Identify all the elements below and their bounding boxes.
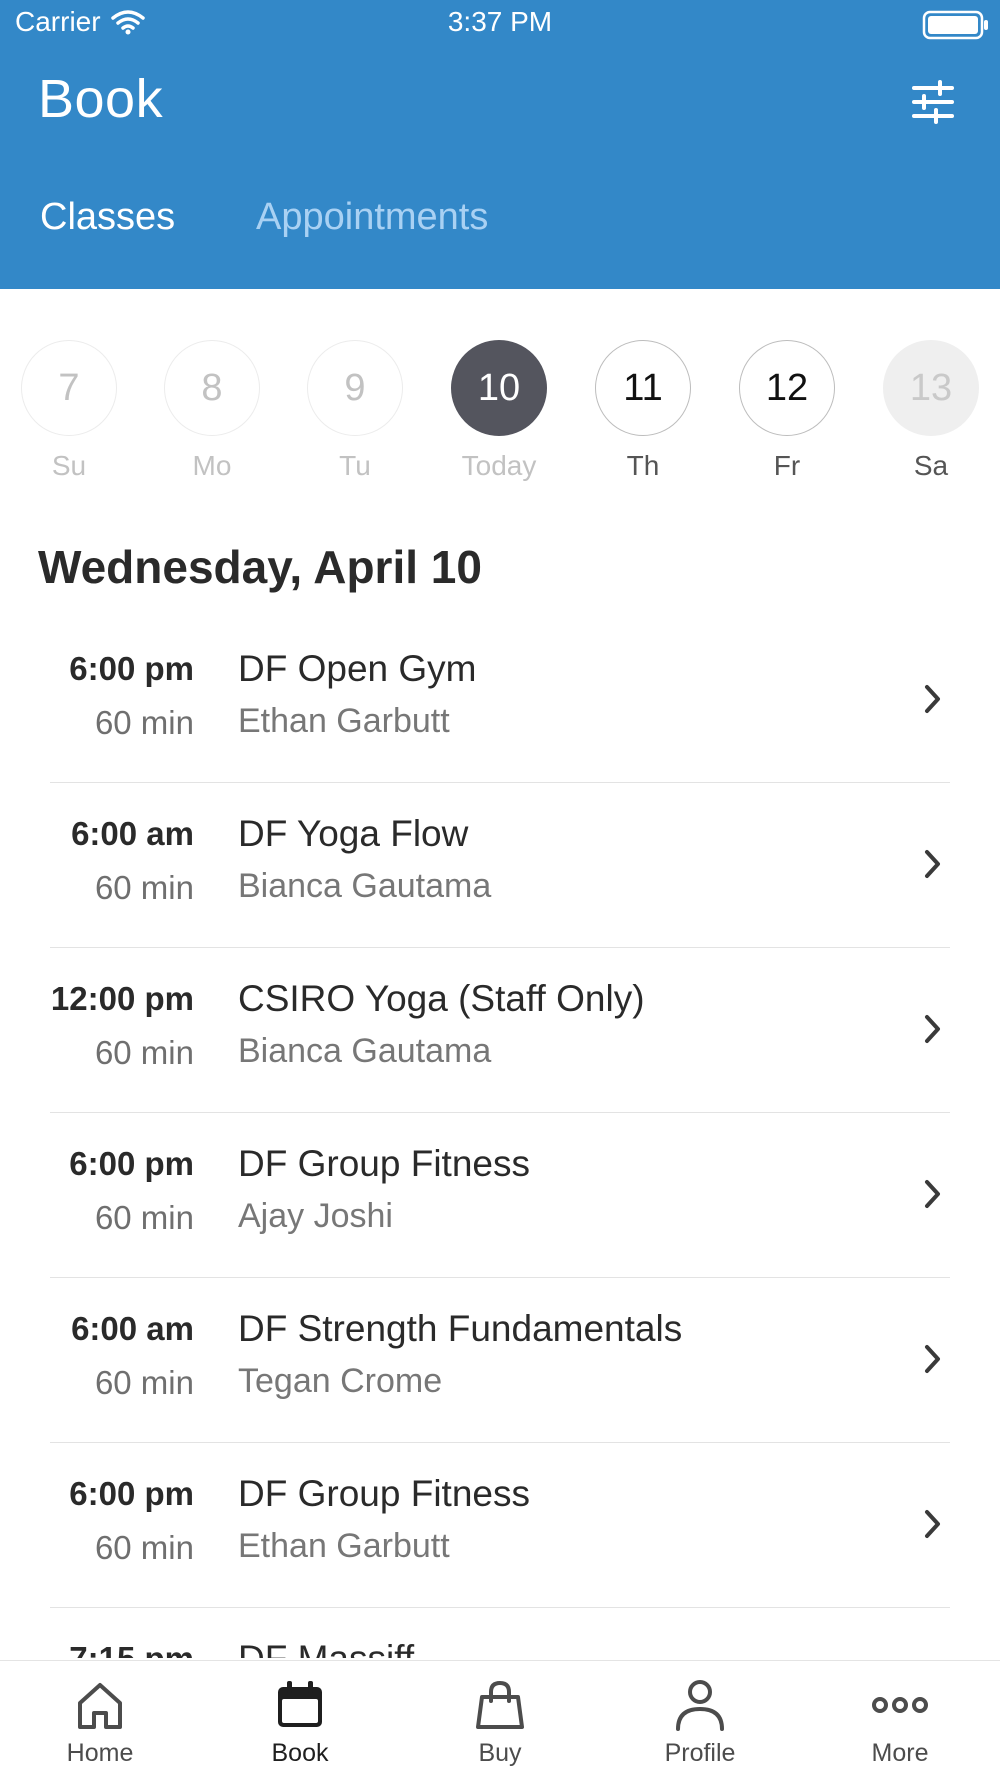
class-row[interactable]: 6:00 pm 60 min DF Group Fitness Ethan Ga… bbox=[0, 1443, 1000, 1608]
day-label: Today bbox=[461, 450, 537, 481]
class-name: DF Group Fitness bbox=[238, 1473, 530, 1514]
tab-label: More bbox=[871, 1739, 929, 1767]
class-name: DF Open Gym bbox=[238, 648, 477, 689]
day-thursday[interactable]: 11 Th bbox=[593, 340, 693, 482]
class-instructor: Ajay Joshi bbox=[238, 1197, 393, 1235]
shopping-bag-icon bbox=[476, 1680, 524, 1729]
class-duration: 60 min bbox=[94, 869, 194, 906]
home-icon bbox=[78, 1683, 122, 1729]
class-name: DF Massiff bbox=[238, 1638, 414, 1658]
day-number: 9 bbox=[307, 340, 403, 436]
class-duration: 60 min bbox=[94, 1529, 194, 1566]
day-label: Tu bbox=[339, 450, 371, 481]
date-heading: Wednesday, April 10 bbox=[38, 541, 482, 593]
tab-appointments[interactable]: Appointments bbox=[256, 196, 488, 239]
class-duration: 60 min bbox=[94, 1034, 194, 1071]
chevron-right-icon bbox=[925, 1180, 940, 1208]
battery-icon bbox=[922, 10, 990, 45]
day-number: 12 bbox=[739, 340, 835, 436]
day-number: 13 bbox=[883, 340, 979, 436]
class-time: 6:00 am bbox=[71, 815, 194, 852]
class-row[interactable]: 6:00 am 60 min DF Yoga Flow Bianca Gauta… bbox=[0, 783, 1000, 948]
class-name: DF Group Fitness bbox=[238, 1143, 530, 1184]
class-row[interactable]: 6:00 pm 60 min DF Open Gym Ethan Garbutt bbox=[0, 618, 1000, 783]
tab-label: Profile bbox=[664, 1739, 736, 1767]
filter-button[interactable] bbox=[910, 80, 956, 124]
class-duration: 60 min bbox=[94, 1364, 194, 1401]
class-instructor: Tegan Crome bbox=[238, 1362, 443, 1400]
class-time: 12:00 pm bbox=[50, 980, 194, 1017]
bottom-tab-bar: Home Book Buy Profile More bbox=[0, 1660, 1000, 1778]
day-label: Fr bbox=[773, 450, 801, 481]
booking-tabs: Classes Appointments bbox=[0, 196, 1000, 256]
header: Carrier 3:37 PM Book Classes Appointment… bbox=[0, 0, 1000, 289]
day-picker: 7 Su 8 Mo 9 Tu 10 Today 11 Th 12 Fr 13 S… bbox=[0, 340, 1000, 490]
tab-classes[interactable]: Classes bbox=[40, 196, 175, 239]
tab-home[interactable]: Home bbox=[0, 1661, 200, 1778]
status-time: 3:37 PM bbox=[447, 6, 553, 37]
class-time: 7:15 pm bbox=[69, 1640, 194, 1658]
class-row[interactable]: 7:15 pm DF Massiff bbox=[0, 1608, 1000, 1658]
class-time: 6:00 pm bbox=[69, 1475, 194, 1512]
day-friday[interactable]: 12 Fr bbox=[737, 340, 837, 482]
class-row[interactable]: 6:00 pm 60 min DF Group Fitness Ajay Jos… bbox=[0, 1113, 1000, 1278]
class-instructor: Ethan Garbutt bbox=[238, 702, 450, 740]
chevron-right-icon bbox=[925, 1510, 940, 1538]
more-dots-icon bbox=[872, 1697, 928, 1713]
day-number: 11 bbox=[595, 340, 691, 436]
class-time: 6:00 pm bbox=[69, 650, 194, 687]
class-duration: 60 min bbox=[94, 1199, 194, 1236]
tab-profile[interactable]: Profile bbox=[600, 1661, 800, 1778]
tab-label: Buy bbox=[478, 1739, 522, 1767]
sliders-icon bbox=[912, 80, 954, 124]
chevron-right-icon bbox=[925, 685, 940, 713]
tab-label: Book bbox=[271, 1739, 329, 1767]
class-name: DF Yoga Flow bbox=[238, 813, 469, 854]
day-label: Mo bbox=[192, 450, 232, 481]
class-name: CSIRO Yoga (Staff Only) bbox=[238, 978, 645, 1019]
day-label: Sa bbox=[913, 450, 949, 481]
class-instructor: Ethan Garbutt bbox=[238, 1527, 450, 1565]
class-instructor: Bianca Gautama bbox=[238, 1032, 492, 1070]
tab-book[interactable]: Book bbox=[200, 1661, 400, 1778]
class-duration: 60 min bbox=[94, 704, 194, 741]
day-saturday[interactable]: 13 Sa bbox=[881, 340, 981, 482]
calendar-icon bbox=[278, 1681, 322, 1727]
tab-buy[interactable]: Buy bbox=[400, 1661, 600, 1778]
person-icon bbox=[676, 1680, 724, 1731]
day-number: 8 bbox=[164, 340, 260, 436]
page-title: Book bbox=[38, 69, 164, 129]
day-sunday[interactable]: 7 Su bbox=[19, 340, 119, 482]
chevron-right-icon bbox=[925, 1015, 940, 1043]
class-name: DF Strength Fundamentals bbox=[238, 1308, 683, 1349]
class-list: 6:00 pm 60 min DF Open Gym Ethan Garbutt… bbox=[0, 618, 1000, 1658]
class-instructor: Bianca Gautama bbox=[238, 867, 492, 905]
day-label: Su bbox=[51, 450, 87, 481]
day-monday[interactable]: 8 Mo bbox=[162, 340, 262, 482]
day-label: Th bbox=[626, 450, 660, 481]
tab-label: Home bbox=[66, 1739, 134, 1767]
class-time: 6:00 am bbox=[71, 1310, 194, 1347]
day-today[interactable]: 10 Today bbox=[449, 340, 549, 482]
tab-more[interactable]: More bbox=[800, 1661, 1000, 1778]
class-row[interactable]: 12:00 pm 60 min CSIRO Yoga (Staff Only) … bbox=[0, 948, 1000, 1113]
chevron-right-icon bbox=[925, 1345, 940, 1373]
class-row[interactable]: 6:00 am 60 min DF Strength Fundamentals … bbox=[0, 1278, 1000, 1443]
day-number: 10 bbox=[451, 340, 547, 436]
day-number: 7 bbox=[21, 340, 117, 436]
day-tuesday[interactable]: 9 Tu bbox=[305, 340, 405, 482]
chevron-right-icon bbox=[925, 850, 940, 878]
status-bar: Carrier 3:37 PM bbox=[0, 0, 1000, 46]
class-time: 6:00 pm bbox=[69, 1145, 194, 1182]
